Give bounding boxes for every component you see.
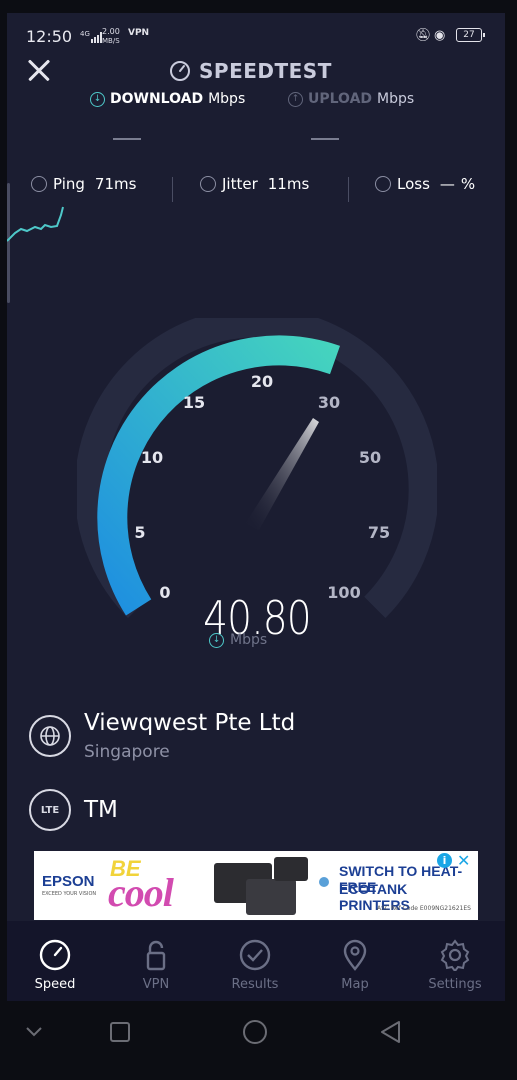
gauge-label-15: 15: [183, 393, 205, 412]
ad-printer-image: [246, 879, 296, 915]
chevron-down-icon[interactable]: [24, 1024, 44, 1040]
nav-vpn[interactable]: VPN: [106, 929, 206, 999]
ping-metric: Ping 71ms: [31, 175, 136, 193]
speed-graph-line: [7, 206, 64, 242]
gear-icon: [440, 939, 470, 971]
metrics-row: Ping 71ms Jitter 11ms Loss — %: [7, 175, 505, 201]
home-button[interactable]: [241, 1018, 269, 1046]
ad-be-text: BE: [110, 856, 141, 881]
gauge-needle: [245, 418, 319, 530]
ad-brand-tagline: EXCEED YOUR VISION: [42, 891, 97, 897]
nav-settings[interactable]: Settings: [405, 929, 505, 999]
lte-icon: LTE: [29, 789, 71, 831]
loss-metric: Loss — %: [375, 175, 475, 193]
speedometer-icon: [170, 61, 190, 81]
close-button[interactable]: [27, 58, 51, 82]
ping-icon: [31, 176, 47, 192]
gauge-label-30: 30: [318, 393, 340, 412]
carrier-name: TM: [84, 797, 118, 823]
ad-close-icon[interactable]: ✕: [457, 851, 470, 870]
recent-apps-button[interactable]: [108, 1020, 132, 1044]
rotation-lock-icon: ◉: [434, 28, 446, 43]
upload-value-placeholder: [311, 138, 339, 140]
status-time: 12:50: [26, 27, 73, 46]
loss-icon: [375, 176, 391, 192]
metric-divider: [172, 177, 173, 202]
app-title: SPEEDTEST: [169, 57, 349, 85]
gauge-label-20: 20: [251, 372, 273, 391]
bottom-nav: Speed VPN Results Map Settings: [7, 921, 505, 1001]
net-type: 4G: [80, 30, 90, 38]
jitter-icon: [200, 176, 216, 192]
nav-results[interactable]: Results: [205, 929, 305, 999]
result-tabs: ↓ DOWNLOAD Mbps ↑ UPLOAD Mbps: [7, 91, 505, 131]
ad-brand: EPSON: [42, 873, 95, 890]
battery-icon: 27: [456, 28, 485, 42]
nav-map[interactable]: Map: [305, 929, 405, 999]
bell-off-icon: 🔕︎: [415, 28, 432, 43]
ad-info-icon[interactable]: i: [437, 853, 452, 868]
server-name[interactable]: Viewqwest Pte Ltd: [84, 710, 295, 736]
gauge-label-5: 5: [134, 523, 145, 542]
data-speed-value: 2.00: [102, 27, 120, 36]
ad-banner[interactable]: EPSON EXCEED YOUR VISION cool BE SWITCH …: [34, 851, 478, 920]
ad-dot-icon: [319, 877, 329, 887]
lock-icon: [146, 940, 166, 971]
system-nav-bar: [0, 1002, 517, 1080]
arrow-up-icon: ↑: [288, 91, 303, 107]
back-button[interactable]: [378, 1019, 404, 1045]
data-speed-unit: MB/S: [102, 37, 120, 45]
gauge-label-75: 75: [368, 523, 390, 542]
speed-unit: ↓ Mbps: [209, 632, 309, 648]
globe-icon[interactable]: [29, 715, 71, 757]
gauge-fill: [97, 335, 340, 616]
arrow-down-icon: ↓: [209, 632, 224, 648]
nav-speed[interactable]: Speed: [7, 929, 105, 999]
ad-ref-code: ASC Ref Code E009NG21621ES: [377, 905, 471, 912]
status-bar: 12:50 4G 2.00 MB/S VPN 🔕︎ ◉ 27: [7, 13, 505, 51]
gauge-label-10: 10: [141, 448, 163, 467]
check-circle-icon: [239, 939, 271, 971]
arrow-down-icon: ↓: [90, 91, 105, 107]
speedometer-icon: [39, 939, 71, 971]
download-value-placeholder: [113, 138, 141, 140]
map-pin-icon: [343, 939, 367, 971]
speed-gauge: 0 5 10 15 20 30 50 75 100: [77, 318, 437, 618]
ad-printer-image: [274, 857, 308, 881]
tab-upload[interactable]: ↑ UPLOAD Mbps: [288, 91, 414, 107]
metric-divider: [348, 177, 349, 202]
server-location: Singapore: [84, 742, 170, 762]
gauge-label-50: 50: [359, 448, 381, 467]
vpn-status-icon: VPN: [128, 28, 150, 38]
page-title: SPEEDTEST: [199, 59, 332, 83]
jitter-metric: Jitter 11ms: [200, 175, 309, 193]
gauge-label-0: 0: [159, 583, 170, 602]
app-screen: 12:50 4G 2.00 MB/S VPN 🔕︎ ◉ 27 SPEEDTEST…: [7, 13, 505, 1001]
tab-download[interactable]: ↓ DOWNLOAD Mbps: [90, 91, 245, 107]
